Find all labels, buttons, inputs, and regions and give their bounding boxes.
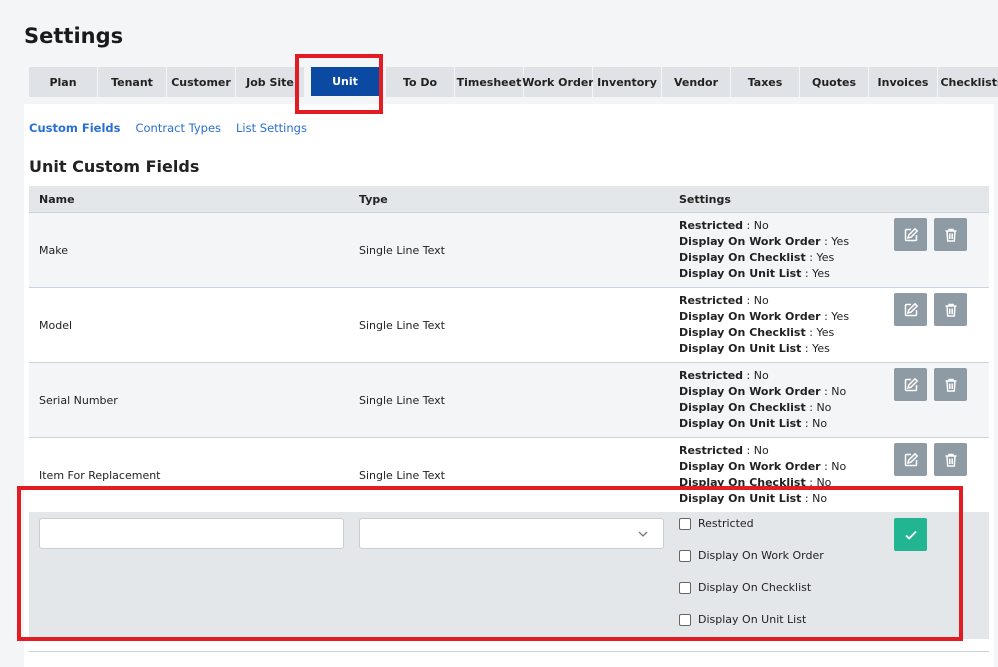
checklist-value: Yes <box>816 326 835 339</box>
new-field-row-highlight <box>17 486 963 641</box>
tab-taxes[interactable]: Taxes <box>731 67 799 97</box>
delete-button[interactable] <box>934 218 967 251</box>
restricted-value: No <box>753 444 769 457</box>
subnav: Custom Fields Contract Types List Settin… <box>29 121 322 135</box>
tab-invoices[interactable]: Invoices <box>869 67 937 97</box>
edit-button[interactable] <box>894 443 927 476</box>
tab-plan[interactable]: Plan <box>29 67 97 97</box>
table-header: Name Type Settings <box>29 186 989 213</box>
field-settings: Restricted : No Display On Work Order : … <box>679 219 850 280</box>
section-title: Unit Custom Fields <box>29 157 200 176</box>
checklist-value: Yes <box>816 251 835 264</box>
field-name: Item For Replacement <box>39 469 161 482</box>
table-bottom-divider <box>29 651 989 652</box>
page-title: Settings <box>24 24 124 48</box>
subnav-contract-types[interactable]: Contract Types <box>135 121 221 135</box>
tab-work-order[interactable]: Work Order <box>522 67 594 97</box>
delete-button[interactable] <box>934 443 967 476</box>
tab-checklists[interactable]: Checklists <box>938 67 998 97</box>
field-name: Make <box>39 244 68 257</box>
field-type: Single Line Text <box>359 319 445 332</box>
table-row: Model Single Line Text Restricted : No D… <box>29 288 989 363</box>
unit-list-value: Yes <box>812 342 830 355</box>
tab-inventory[interactable]: Inventory <box>593 67 661 97</box>
restricted-value: No <box>753 294 769 307</box>
column-header-type: Type <box>359 193 388 206</box>
field-type: Single Line Text <box>359 469 445 482</box>
restricted-value: No <box>753 219 769 232</box>
edit-button[interactable] <box>894 293 927 326</box>
subnav-custom-fields[interactable]: Custom Fields <box>29 121 120 135</box>
work-order-value: Yes <box>831 235 850 248</box>
table-row: Serial Number Single Line Text Restricte… <box>29 363 989 438</box>
tab-quotes[interactable]: Quotes <box>800 67 868 97</box>
trash-icon <box>945 303 956 317</box>
checklist-value: No <box>816 401 832 414</box>
field-settings: Restricted : No Display On Work Order : … <box>679 294 850 355</box>
field-type: Single Line Text <box>359 394 445 407</box>
edit-icon <box>904 302 918 316</box>
unit-tab-highlight <box>295 54 383 114</box>
tab-to-do[interactable]: To Do <box>386 67 454 97</box>
field-settings: Restricted : No Display On Work Order : … <box>679 369 847 430</box>
work-order-value: No <box>831 385 847 398</box>
edit-icon <box>904 452 918 466</box>
settings-tabs: Plan Tenant Customer Job Site Unit To Do… <box>29 67 998 97</box>
field-name: Model <box>39 319 73 332</box>
trash-icon <box>945 453 956 467</box>
field-type: Single Line Text <box>359 244 445 257</box>
unit-list-value: Yes <box>812 267 830 280</box>
work-order-value: Yes <box>831 310 850 323</box>
trash-icon <box>945 228 956 242</box>
tab-job-site[interactable]: Job Site <box>236 67 304 97</box>
restricted-value: No <box>753 369 769 382</box>
tab-customer[interactable]: Customer <box>167 67 235 97</box>
edit-button[interactable] <box>894 368 927 401</box>
subnav-list-settings[interactable]: List Settings <box>236 121 307 135</box>
edit-button[interactable] <box>894 218 927 251</box>
tab-vendor[interactable]: Vendor <box>662 67 730 97</box>
trash-icon <box>945 378 956 392</box>
tab-tenant[interactable]: Tenant <box>98 67 166 97</box>
column-header-settings: Settings <box>679 193 731 206</box>
edit-icon <box>904 377 918 391</box>
field-name: Serial Number <box>39 394 118 407</box>
edit-icon <box>904 227 918 241</box>
delete-button[interactable] <box>934 368 967 401</box>
delete-button[interactable] <box>934 293 967 326</box>
unit-list-value: No <box>812 417 828 430</box>
work-order-value: No <box>831 460 847 473</box>
column-header-name: Name <box>39 193 75 206</box>
tab-timesheet[interactable]: Timesheet <box>455 67 523 97</box>
table-row: Make Single Line Text Restricted : No Di… <box>29 213 989 288</box>
